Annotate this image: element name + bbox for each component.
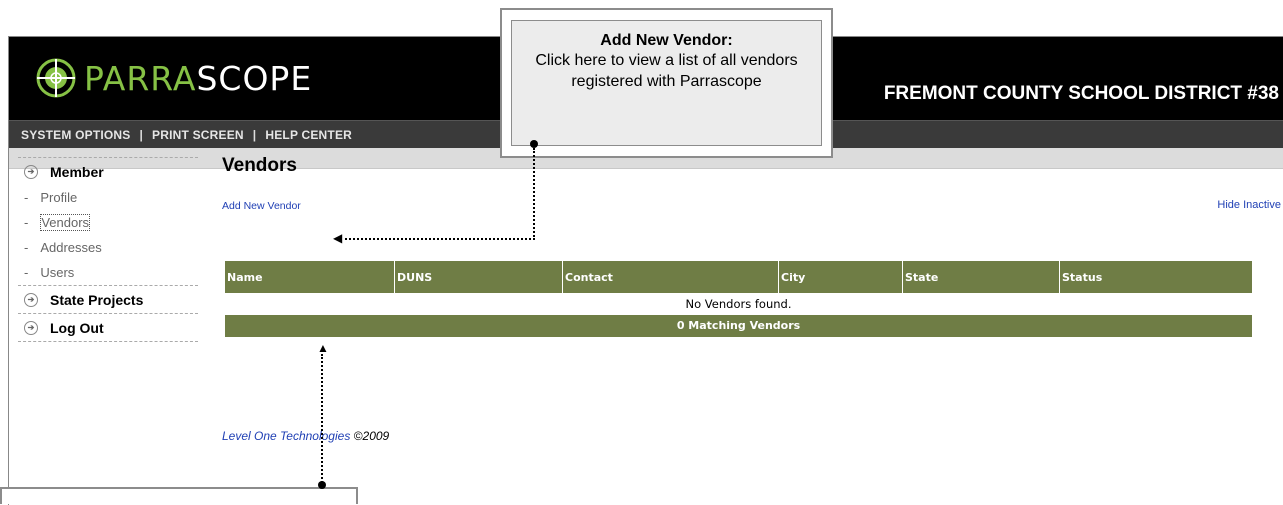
arrow-right-icon: ➔: [24, 320, 38, 335]
page-title: Vendors: [222, 155, 297, 176]
logo-suffix: SCOPE: [196, 58, 313, 98]
sidebar-item-profile[interactable]: - Profile: [18, 185, 198, 210]
sidebar-section-label: Member: [50, 163, 104, 180]
logo-prefix: PARRA: [84, 58, 197, 98]
copyright: ©2009: [353, 429, 390, 443]
sidebar-item-label: Vendors: [40, 214, 91, 231]
sidebar-item-label: Profile: [40, 190, 78, 205]
callout-body: Click here to view a list of all vendors…: [535, 52, 798, 90]
company-link[interactable]: Level One Technologies: [222, 429, 350, 443]
sidebar-section-member[interactable]: ➔ Member: [18, 157, 198, 185]
sidebar-item-label: Users: [40, 265, 75, 280]
arrow-up-icon: ▲: [317, 341, 329, 355]
callout-box: Add New Vendor: Click here to view a lis…: [511, 20, 822, 146]
hide-inactive-link[interactable]: Hide Inactive: [1217, 199, 1281, 211]
sidebar-section-state-projects[interactable]: ➔ State Projects: [18, 285, 198, 313]
nav-separator: |: [252, 127, 257, 142]
crosshair-logo-icon: [36, 58, 76, 98]
nav-help-center[interactable]: HELP CENTER: [265, 128, 352, 142]
arrow-right-icon: ➔: [24, 292, 38, 307]
sidebar-item-addresses[interactable]: - Addresses: [18, 235, 198, 260]
nav-separator: |: [139, 127, 144, 142]
column-header-duns[interactable]: DUNS: [395, 261, 563, 293]
district-name: FREMONT COUNTY SCHOOL DISTRICT #38: [883, 83, 1279, 104]
arrow-left-icon: ◀: [333, 231, 343, 245]
arrow-right-icon: ➔: [24, 164, 38, 179]
sidebar-section-label: Log Out: [50, 319, 104, 336]
column-header-state[interactable]: State: [903, 261, 1060, 293]
main-content: Vendors Add New Vendor Hide Inactive Nam…: [222, 155, 1281, 443]
column-header-contact[interactable]: Contact: [563, 261, 779, 293]
callout-box-bottom: [0, 487, 358, 504]
add-new-vendor-link[interactable]: Add New Vendor: [222, 200, 301, 212]
vendors-table: Name DUNS Contact City State Status No V…: [225, 261, 1252, 337]
callout-title: Add New Vendor:: [600, 32, 733, 49]
sidebar: ➔ Member - Profile - Vendors - Addresses -U…: [18, 157, 198, 342]
footer: Level One Technologies ©2009: [222, 429, 389, 443]
sidebar-item-users[interactable]: - Users: [18, 260, 198, 285]
callout-add-vendor: Add New Vendor: Click here to view a lis…: [500, 8, 833, 158]
sidebar-item-vendors[interactable]: - Vendors: [18, 210, 198, 235]
nav-print-screen[interactable]: PRINT SCREEN: [152, 128, 244, 142]
pointer-line: [345, 238, 535, 240]
pointer-line: [321, 354, 323, 483]
pointer-dot: [530, 140, 538, 148]
pointer-line: [533, 148, 535, 240]
empty-message: No Vendors found.: [685, 297, 792, 311]
column-header-name[interactable]: Name: [225, 261, 395, 293]
table-header: Name DUNS Contact City State Status: [225, 261, 1252, 293]
column-header-status[interactable]: Status: [1060, 261, 1252, 293]
logo: PARRASCOPE: [36, 58, 312, 98]
nav-system-options[interactable]: SYSTEM OPTIONS: [21, 128, 130, 142]
sidebar-section-label: State Projects: [50, 291, 144, 308]
matching-count: 0 Matching Vendors: [225, 315, 1252, 337]
sidebar-item-label: Addresses: [40, 240, 102, 255]
pointer-dot: [318, 481, 326, 489]
column-header-city[interactable]: City: [779, 261, 903, 293]
logo-text: PARRASCOPE: [84, 59, 312, 98]
sidebar-section-log-out[interactable]: ➔ Log Out: [18, 313, 198, 342]
